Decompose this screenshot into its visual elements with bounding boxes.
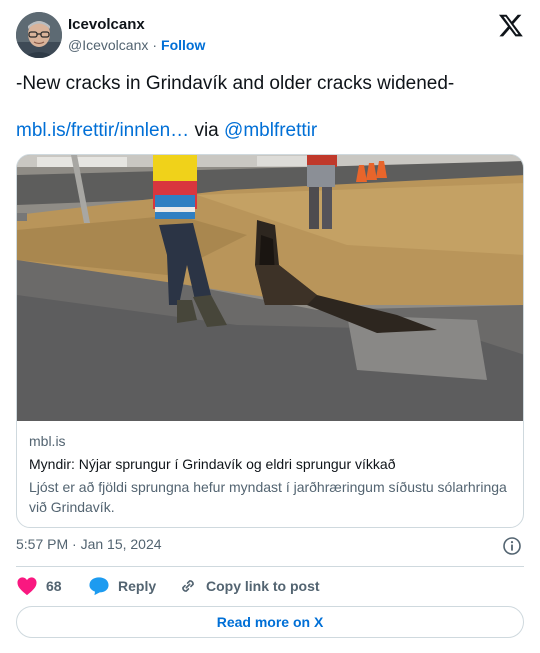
author-handle[interactable]: @Icevolcanx [68,37,148,53]
x-logo-icon[interactable] [498,12,524,38]
like-count: 68 [46,578,62,594]
action-bar: 68 Reply Copy link to post [16,574,524,598]
follow-button[interactable]: Follow [161,37,205,53]
author-handle-row: @Icevolcanx · Follow [68,37,205,53]
avatar[interactable] [16,12,62,58]
reply-button[interactable]: Reply [88,574,156,598]
tweet-link-line: mbl.is/frettir/innlen… via @mblfrettir [16,119,524,143]
separator-dot: · [152,37,158,53]
read-more-button[interactable]: Read more on X [16,606,524,638]
heart-icon [17,577,37,596]
mention-link[interactable]: @mblfrettir [224,120,317,141]
card-title[interactable]: Myndir: Nýjar sprungur í Grindavík og el… [29,456,395,472]
link-preview-card[interactable]: mbl.is Myndir: Nýjar sprungur í Grindaví… [16,154,524,528]
like-button[interactable]: 68 [16,574,62,598]
article-link[interactable]: mbl.is/frettir/innlen… [16,120,189,141]
reply-label: Reply [118,578,157,594]
info-icon[interactable] [502,536,522,556]
author-name[interactable]: Icevolcanx [68,16,145,33]
link-icon [182,580,194,592]
divider [16,566,524,567]
tweet-header: Icevolcanx @Icevolcanx · Follow [16,12,524,60]
copy-link-label: Copy link to post [206,578,320,594]
card-description: Ljóst er að fjöldi sprungna hefur myndas… [29,479,507,515]
tweet-text: -New cracks in Grindavík and older crack… [16,73,455,94]
via-text: via [189,120,225,141]
card-image[interactable] [17,155,523,421]
card-domain: mbl.is [29,433,66,449]
timestamp[interactable]: 5:57 PM · Jan 15, 2024 [16,536,162,552]
copy-link-button[interactable]: Copy link to post [178,574,320,598]
reply-bubble-icon [89,577,109,596]
